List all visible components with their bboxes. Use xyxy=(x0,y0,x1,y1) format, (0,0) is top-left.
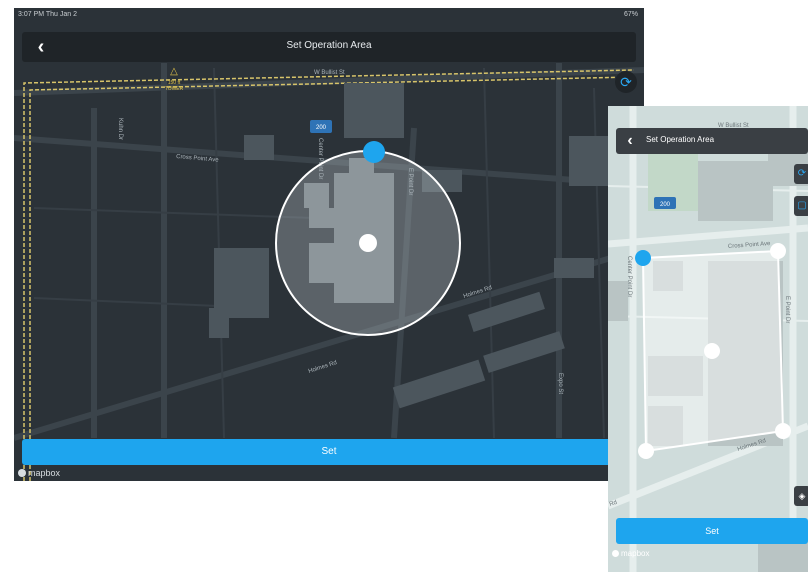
map-light[interactable]: W Bullist St Cross Point Ave Holmes Rd C… xyxy=(608,106,808,572)
route-shield: 200 xyxy=(654,197,676,209)
mapbox-icon xyxy=(18,469,26,477)
nav-bar: ‹ Set Operation Area xyxy=(22,32,636,62)
mapbox-icon xyxy=(612,550,619,557)
vertex-handle[interactable] xyxy=(770,243,786,259)
set-button[interactable]: Set xyxy=(616,518,808,544)
center-handle[interactable] xyxy=(704,343,720,359)
nav-bar: ‹ Set Operation Area xyxy=(616,128,808,154)
status-time: 3:07 PM Thu Jan 2 xyxy=(18,11,78,18)
svg-text:200: 200 xyxy=(316,125,327,131)
status-battery: 67% xyxy=(623,11,638,18)
page-title: Set Operation Area xyxy=(646,135,715,144)
status-bar: 3:07 PM Thu Jan 2 67% xyxy=(14,8,644,23)
vertex-handle[interactable] xyxy=(638,443,654,459)
operation-area-polygon[interactable] xyxy=(635,243,791,459)
tower-label: TOWER xyxy=(165,86,184,92)
map-dark[interactable]: W Bullist St Cross Point Ave Holmes Rd H… xyxy=(14,8,644,481)
radius-handle[interactable] xyxy=(363,141,385,163)
set-button[interactable]: Set xyxy=(22,439,636,465)
route-shield: 200 xyxy=(310,120,332,133)
label-e-point: E Point Dr xyxy=(784,296,790,323)
label-cross-point: Cross Point Ave xyxy=(728,241,772,250)
polygon-tool-icon[interactable]: ▢ xyxy=(794,196,808,216)
tablet-screen: W Bullist St Cross Point Ave Holmes Rd H… xyxy=(14,8,644,481)
label-street-top: W Bullist St xyxy=(314,70,345,76)
mapbox-text: mapbox xyxy=(28,468,61,478)
vertex-handle-active[interactable] xyxy=(635,250,651,266)
label-center-pt: Center Point Dr xyxy=(626,256,632,297)
layers-icon[interactable]: ◈ xyxy=(794,486,808,506)
tower-icon: △ xyxy=(170,66,178,77)
page-title: Set Operation Area xyxy=(286,40,372,51)
mapbox-logo: mapbox xyxy=(18,468,60,478)
vertex-handle[interactable] xyxy=(775,423,791,439)
mapbox-text: mapbox xyxy=(621,549,650,558)
mapbox-logo: mapbox xyxy=(612,549,649,558)
refresh-icon[interactable]: ⟳ xyxy=(615,71,637,93)
label-expo: Expo St xyxy=(557,373,563,394)
chevron-left-icon[interactable]: ‹ xyxy=(622,130,638,152)
label-holmes-2: Holmes Rd xyxy=(308,360,338,375)
svg-text:200: 200 xyxy=(660,202,671,208)
label-kuhn: Kuhn Dr xyxy=(117,118,123,140)
refresh-icon[interactable]: ⟳ xyxy=(794,164,808,184)
center-handle[interactable] xyxy=(359,234,377,252)
phone-screen: W Bullist St Cross Point Ave Holmes Rd C… xyxy=(608,106,808,572)
